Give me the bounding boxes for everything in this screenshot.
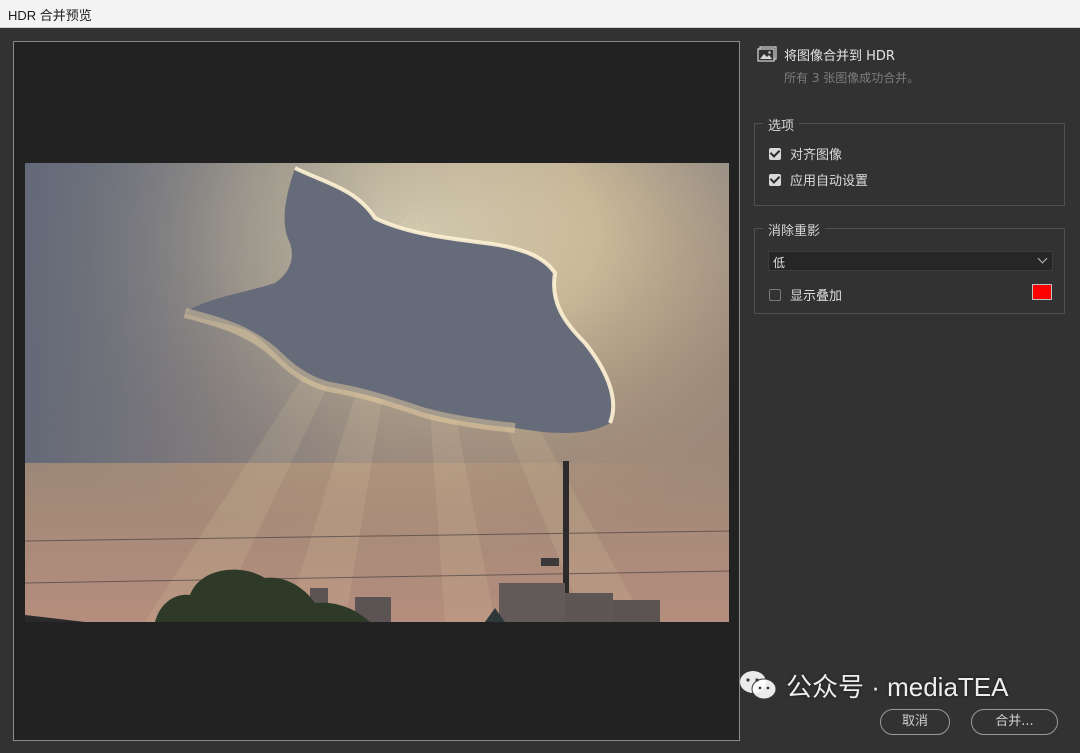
auto-settings-checkbox[interactable]: 应用自动设置 [769, 170, 868, 189]
align-images-label: 对齐图像 [790, 148, 843, 163]
options-group: 选项 对齐图像 应用自动设置 [754, 115, 1065, 206]
hdr-preview-image [25, 163, 729, 622]
show-overlay-checkbox[interactable]: 显示叠加 [769, 285, 842, 304]
show-overlay-label: 显示叠加 [790, 289, 843, 304]
checkbox-unchecked-icon[interactable] [769, 288, 781, 301]
ghost-removal-group: 消除重影 低 显示叠加 [754, 220, 1065, 314]
auto-settings-label: 应用自动设置 [790, 174, 869, 189]
window-title: HDR 合并预览 [8, 8, 92, 23]
overlay-color-swatch[interactable] [1032, 284, 1052, 300]
merge-button[interactable]: 合并... [971, 709, 1058, 735]
merge-status-text: 所有 3 张图像成功合并。 [784, 71, 920, 85]
align-images-checkbox[interactable]: 对齐图像 [769, 144, 842, 163]
preview-panel [13, 41, 740, 741]
cancel-button[interactable]: 取消 [880, 709, 950, 735]
chevron-down-icon [1037, 253, 1048, 264]
image-stack-icon [757, 46, 777, 62]
checkbox-checked-icon[interactable] [769, 173, 781, 186]
ghost-removal-value: 低 [773, 256, 786, 270]
ghost-removal-select[interactable]: 低 [768, 251, 1053, 271]
checkbox-checked-icon[interactable] [769, 147, 781, 160]
options-legend: 选项 [763, 115, 800, 134]
ghost-removal-legend: 消除重影 [763, 220, 826, 239]
merge-info-title: 将图像合并到 HDR [784, 49, 895, 64]
hdr-merge-dialog: 将图像合并到 HDR 所有 3 张图像成功合并。 选项 对齐图像 应用自动设置 … [0, 28, 1080, 753]
title-bar: HDR 合并预览 [0, 0, 1080, 28]
